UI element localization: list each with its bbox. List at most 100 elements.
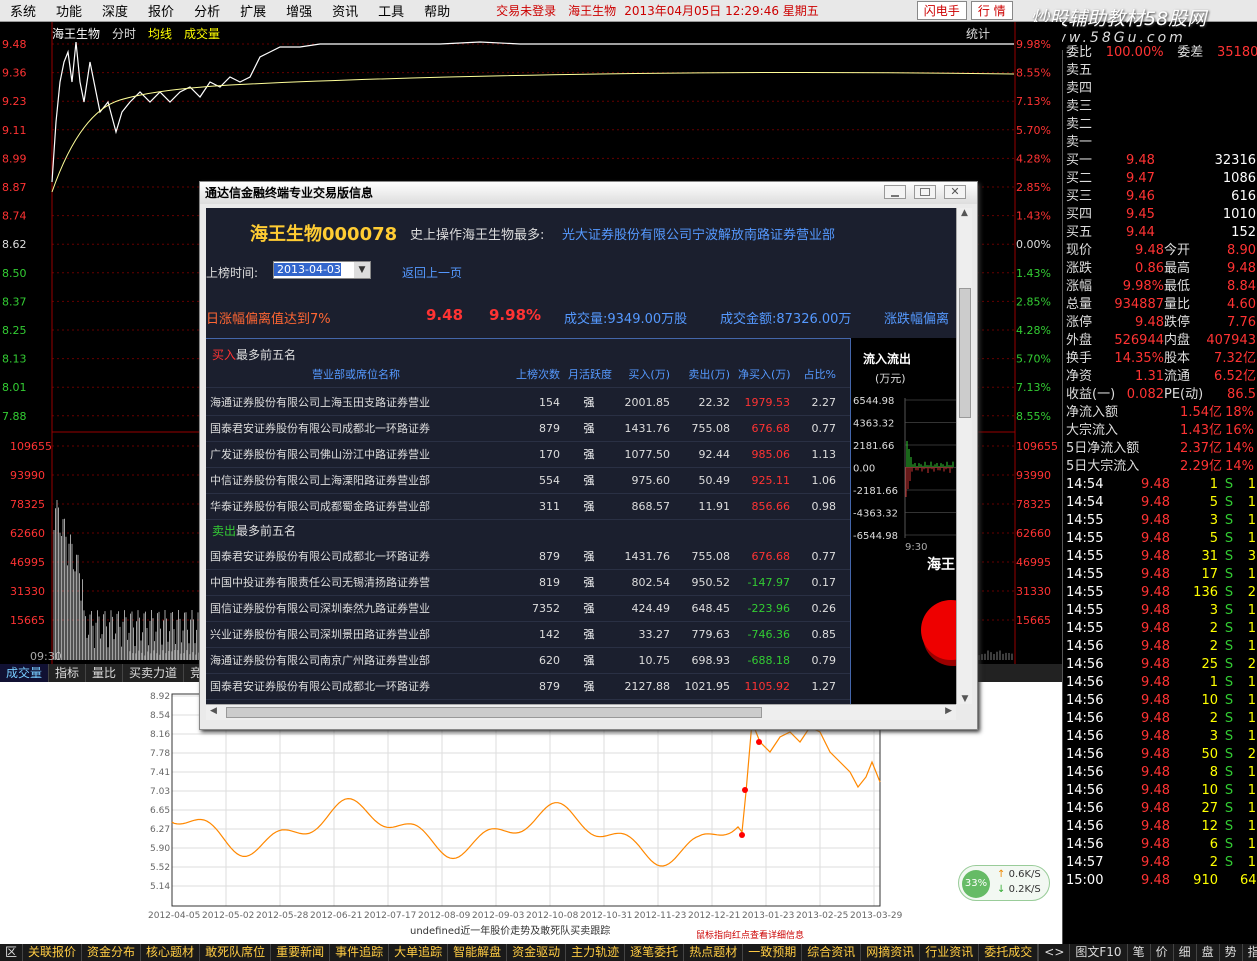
hist-ytick: 8.16: [150, 730, 170, 740]
buy-row-cell: 755.08: [674, 416, 734, 441]
sell-row[interactable]: 国泰君安证券股份有限公司成都北一环路证券 879 强 1431.76 755.08 676…: [206, 544, 850, 570]
right-tab-1[interactable]: 笔: [1128, 944, 1151, 961]
tick-row-cell: 2: [1170, 854, 1218, 872]
menu-item-2[interactable]: 深度: [92, 1, 138, 20]
bottom-tab-13[interactable]: 一致预期: [743, 944, 802, 961]
tick-row-cell: 9.48: [1118, 836, 1170, 854]
bottom-tab-14[interactable]: 综合资讯: [802, 944, 861, 961]
bottom-tab-2[interactable]: 资金分布: [82, 944, 141, 961]
bottom-tab-11[interactable]: 逐笔委托: [625, 944, 684, 961]
menu-item-5[interactable]: 扩展: [230, 1, 276, 20]
price-tick: 8.74: [2, 210, 27, 223]
pct-tick: 2.85%: [1016, 295, 1051, 308]
close-icon[interactable]: ✕: [944, 185, 966, 199]
bottom-tab-7[interactable]: 大单追踪: [389, 944, 448, 961]
most-broker-link[interactable]: 光大证券股份有限公司宁波解放南路证券营业部: [562, 224, 835, 243]
bottom-tab-15[interactable]: 网摘资讯: [861, 944, 920, 961]
price-tick: 9.48: [2, 38, 27, 51]
bottom-tab-17[interactable]: 委托成交: [979, 944, 1038, 961]
buy-row[interactable]: 广发证券股份有限公司佛山汾江中路证券营业 170 强 1077.50 92.44 985.…: [206, 442, 850, 468]
nav-arrows-icon[interactable]: <>: [1038, 944, 1070, 961]
tick-row-cell: 3: [1170, 728, 1218, 746]
menu-item-6[interactable]: 增强: [276, 1, 322, 20]
tick-row-cell: S: [1218, 836, 1240, 854]
stat-row-cell: 换手: [1066, 350, 1106, 368]
buy-row-cell: 11.91: [674, 494, 734, 519]
menu-item-8[interactable]: 工具: [368, 1, 414, 20]
most-label: 史上操作海王生物最多:: [410, 224, 544, 243]
buy-row[interactable]: 中信证券股份有限公司上海溧阳路证券营业部 554 强 975.60 50.49 925.1…: [206, 468, 850, 494]
bottom-tab-3[interactable]: 核心题材: [141, 944, 200, 961]
menu-item-0[interactable]: 系统: [0, 1, 46, 20]
buy-row-cell: 1077.50: [614, 442, 674, 467]
tab-1[interactable]: 指标: [49, 664, 86, 682]
sell-row-cell: -746.36: [734, 622, 794, 647]
bottom-tab-0[interactable]: 区: [0, 944, 23, 961]
menu-item-7[interactable]: 资讯: [322, 1, 368, 20]
trade-dot[interactable]: [756, 739, 762, 745]
buy-row[interactable]: 国泰君安证券股份有限公司成都北一环路证券 879 强 1431.76 755.08 676…: [206, 416, 850, 442]
sell-row[interactable]: 中国中投证券有限责任公司无锡清扬路证券营 819 强 802.54 950.52 -147…: [206, 570, 850, 596]
login-status: 交易未登录: [496, 2, 556, 19]
vertical-scrollbar[interactable]: ▲ ▼: [956, 208, 972, 704]
right-tab-5[interactable]: 势: [1220, 944, 1243, 961]
stat-row-cell: 934887: [1106, 296, 1164, 314]
bottom-tab-10[interactable]: 主力轨迹: [566, 944, 625, 961]
sell-row[interactable]: 国信证券股份有限公司深圳泰然九路证券营业 7352 强 424.49 648.45 -22…: [206, 596, 850, 622]
trade-dot[interactable]: [742, 787, 748, 793]
tab-2[interactable]: 量比: [86, 664, 123, 682]
right-tab-2[interactable]: 价: [1151, 944, 1174, 961]
tab-3[interactable]: 买卖力道: [123, 664, 184, 682]
tick-row-cell: 9.48: [1118, 566, 1170, 584]
tick-row-cell: 14:56: [1066, 728, 1118, 746]
trade-dot[interactable]: [739, 832, 745, 838]
sell-row[interactable]: 兴业证券股份有限公司深圳景田路证券营业部 142 强 33.27 779.63 -746.…: [206, 622, 850, 648]
speed-widget[interactable]: 33% ↑ 0.6K/S ↓ 0.2K/S: [958, 865, 1050, 901]
tick-row-cell: 14:55: [1066, 548, 1118, 566]
vol-tick: 78325: [10, 498, 45, 511]
date-select[interactable]: 2013-04-03 ▼: [273, 261, 371, 279]
tick-row-cell: 14:56: [1066, 818, 1118, 836]
sell-row-cell: 1105.92: [734, 674, 794, 699]
buy-row-cell: 856.66: [734, 494, 794, 519]
bottom-tab-9[interactable]: 资金驱动: [507, 944, 566, 961]
stat-row: 净资 1.31 流通 6.52亿: [1063, 368, 1257, 386]
right-tab-3[interactable]: 细: [1174, 944, 1197, 961]
tick-row-cell: S: [1218, 818, 1240, 836]
bottom-tab-12[interactable]: 热点题材: [684, 944, 743, 961]
quote-button[interactable]: 行 情: [971, 1, 1013, 20]
flash-trade-button[interactable]: 闪电手: [917, 1, 967, 20]
buy-row[interactable]: 海通证券股份有限公司上海玉田支路证券营业 154 强 2001.85 22.32 1979…: [206, 390, 850, 416]
tick-row-cell: 25: [1170, 656, 1218, 674]
sell-row-cell: 国泰君安证券股份有限公司成都北一环路证券: [206, 544, 506, 569]
scroll-right-icon: ▶: [945, 706, 952, 716]
back-link[interactable]: 返回上一页: [402, 264, 462, 281]
bid-level-cell: 32316: [1186, 152, 1256, 170]
tab-0[interactable]: 成交量: [0, 664, 49, 682]
menu-item-9[interactable]: 帮助: [414, 1, 460, 20]
bottom-tab-4[interactable]: 敢死队席位: [200, 944, 271, 961]
bottom-tab-5[interactable]: 重要新闻: [271, 944, 330, 961]
minimize-button[interactable]: [884, 185, 906, 199]
bottom-tab-1[interactable]: 关联报价: [23, 944, 82, 961]
scroll-thumb[interactable]: [959, 288, 971, 418]
sell-row[interactable]: 海通证券股份有限公司南京广州路证券营业部 620 强 10.75 698.93 -688.…: [206, 648, 850, 674]
buy-row[interactable]: 华泰证券股份有限公司成都蜀金路证券营业部 311 强 868.57 11.91 856.6…: [206, 494, 850, 520]
tick-row: 14:56 9.48 2 S 1: [1063, 638, 1257, 656]
hscroll-thumb[interactable]: [226, 707, 762, 718]
menu-item-1[interactable]: 功能: [46, 1, 92, 20]
bottom-tab-16[interactable]: 行业资讯: [920, 944, 979, 961]
bottom-tab-8[interactable]: 智能解盘: [448, 944, 507, 961]
bottom-tab-6[interactable]: 事件追踪: [330, 944, 389, 961]
right-tab-6[interactable]: 指: [1243, 944, 1257, 961]
sell-row[interactable]: 国泰君安证券股份有限公司成都北一环路证券 879 强 2127.88 1021.95 11…: [206, 674, 850, 700]
tick-row-cell: 9.48: [1118, 872, 1170, 890]
right-tab-0[interactable]: 图文F10: [1070, 944, 1127, 961]
maximize-button[interactable]: [914, 185, 936, 199]
right-tab-4[interactable]: 盘: [1197, 944, 1220, 961]
hist-ytick: 8.54: [150, 711, 170, 721]
horizontal-scrollbar[interactable]: ◀ ▶: [206, 704, 956, 720]
menu-item-4[interactable]: 分析: [184, 1, 230, 20]
price-tick: 8.87: [2, 181, 27, 194]
menu-item-3[interactable]: 报价: [138, 1, 184, 20]
